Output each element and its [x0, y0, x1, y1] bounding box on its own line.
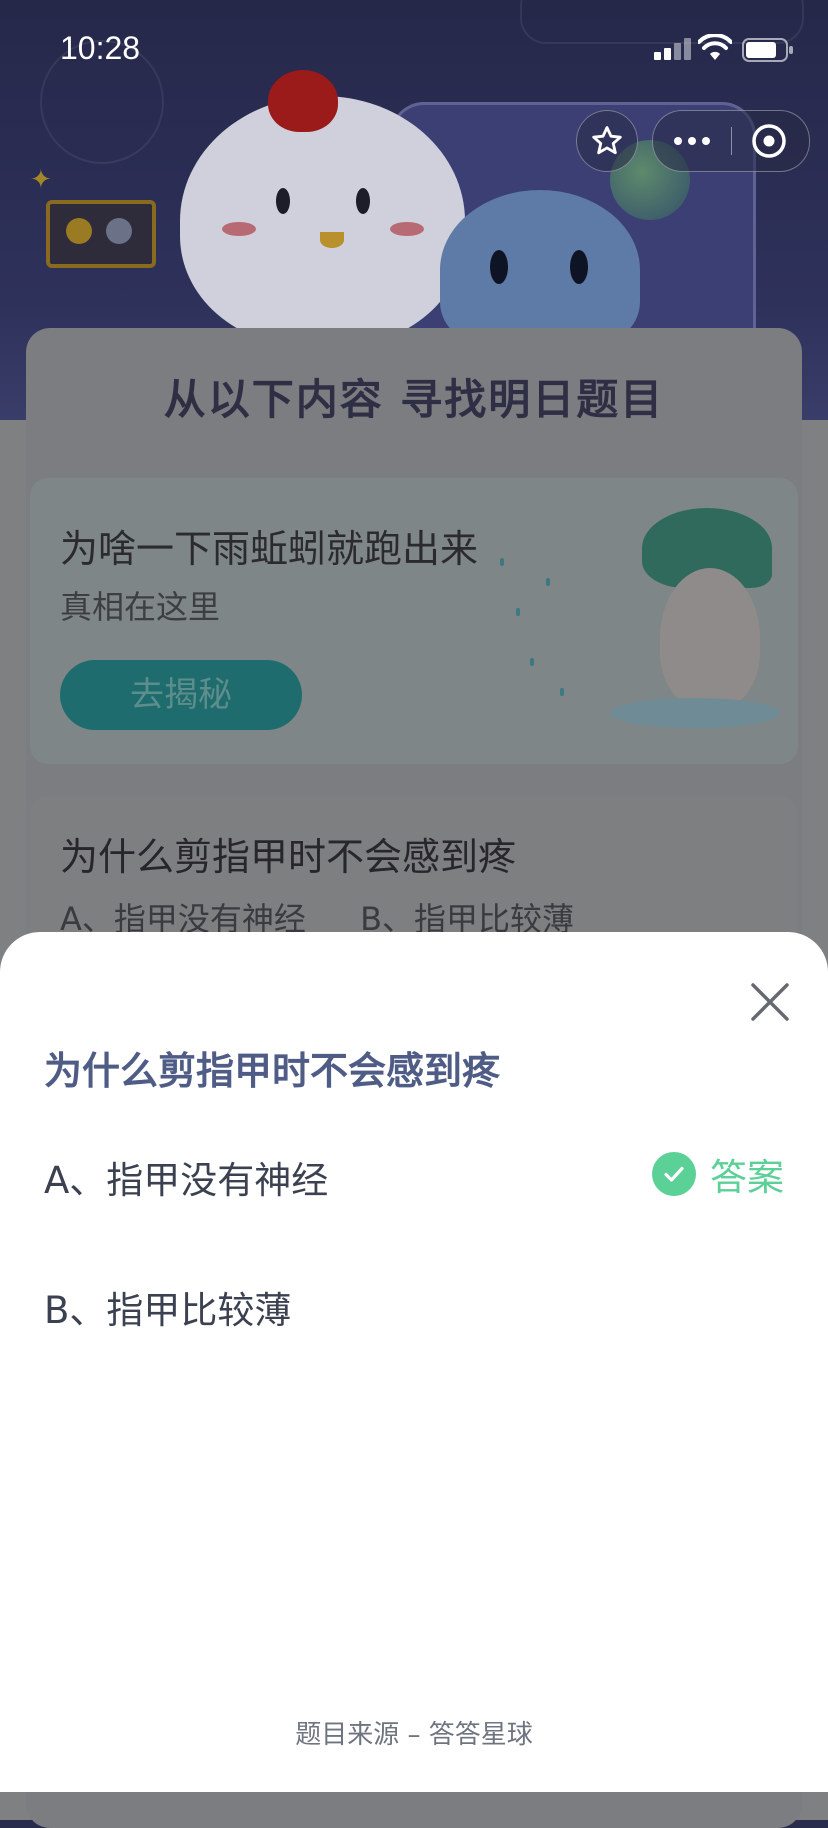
alien-mascot [440, 190, 640, 350]
answer-sheet: 为什么剪指甲时不会感到疼 A、指甲没有神经 答案 B、指甲比较薄 题目来源 – … [0, 932, 828, 1792]
wifi-icon [698, 34, 732, 60]
battery-icon [742, 38, 793, 62]
favorite-button[interactable] [576, 110, 638, 172]
rain-drop [546, 578, 550, 586]
source-footer: 题目来源 – 答答星球 [295, 1720, 533, 1750]
rain-drop [530, 658, 534, 666]
close-icon [751, 983, 789, 1021]
answer-option-a[interactable]: A、指甲没有神经 答案 [0, 1122, 828, 1222]
promo-card-title: 为啥一下雨蚯蚓就跑出来 [60, 527, 479, 571]
answer-label: 答案 [710, 1156, 784, 1199]
option-label: A、指甲没有神经 [44, 1159, 329, 1202]
mascot-eye [276, 188, 290, 214]
rain-mascot-illustration [590, 508, 780, 738]
check-icon [652, 1152, 696, 1196]
mascot-body-shape [660, 568, 760, 708]
rain-drop [516, 608, 520, 616]
miniprogram-capsule [652, 110, 810, 172]
close-sheet-button[interactable] [736, 968, 804, 1036]
medal-icon [66, 218, 92, 244]
more-dots-icon [674, 137, 710, 145]
status-time: 10:28 [60, 30, 141, 66]
medal-board-illustration [46, 200, 156, 268]
medal-icon [106, 218, 132, 244]
star-icon [592, 126, 622, 155]
mascot-eye [356, 188, 370, 214]
mascot-cheek [390, 222, 424, 236]
status-bar: 10:28 [0, 0, 828, 96]
rain-drop [560, 688, 564, 696]
mascot-eye [490, 250, 508, 284]
answer-option-b[interactable]: B、指甲比较薄 [0, 1252, 828, 1352]
more-button[interactable] [653, 111, 731, 171]
sheet-question-title: 为什么剪指甲时不会感到疼 [44, 1049, 501, 1093]
mascot-cheek [222, 222, 256, 236]
promo-card-subtitle: 真相在这里 [60, 588, 221, 626]
puddle-shape [610, 698, 780, 728]
section-title: 从以下内容 寻找明日题目 [163, 375, 665, 424]
chicken-mascot [180, 70, 465, 346]
question-preview-title: 为什么剪指甲时不会感到疼 [60, 835, 517, 879]
sparkle-icon: ✦ [30, 165, 52, 195]
mascot-beak [320, 232, 344, 248]
mascot-eye [570, 250, 588, 284]
rain-drop [500, 558, 504, 566]
correct-answer-badge: 答案 [652, 1150, 784, 1199]
reveal-button[interactable]: 去揭秘 [60, 660, 302, 730]
option-label: B、指甲比较薄 [44, 1289, 292, 1332]
promo-card[interactable]: 为啥一下雨蚯蚓就跑出来 真相在这里 去揭秘 [30, 478, 798, 764]
close-miniprogram-button[interactable] [732, 111, 809, 171]
close-circle-icon [752, 124, 786, 158]
cellular-signal-icon [654, 38, 692, 60]
